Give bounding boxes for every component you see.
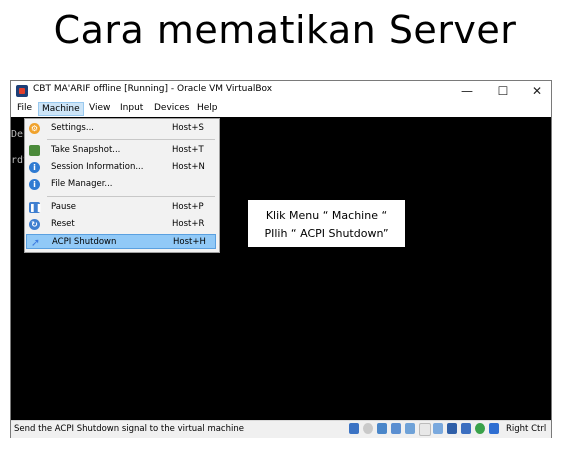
optical-drive-icon[interactable] bbox=[363, 423, 373, 434]
menu-item-shortcut: Host+P bbox=[172, 202, 204, 212]
file-manager-icon: i bbox=[29, 179, 40, 190]
menu-input[interactable]: Input bbox=[120, 103, 143, 113]
menu-machine[interactable]: Machine bbox=[38, 102, 84, 116]
status-bar: Send the ACPI Shutdown signal to the vir… bbox=[11, 420, 551, 438]
menu-item-label: File Manager... bbox=[51, 179, 113, 189]
menu-item-reset[interactable]: ↻ Reset Host+R bbox=[26, 217, 216, 232]
guest-additions-icon[interactable] bbox=[475, 423, 485, 434]
menu-item-pause[interactable]: ❚❚ Pause Host+P bbox=[26, 200, 216, 215]
menu-item-shortcut: Host+N bbox=[172, 162, 205, 172]
display-icon[interactable] bbox=[433, 423, 443, 434]
window-titlebar: CBT MA'ARIF offline [Running] - Oracle V… bbox=[11, 81, 551, 101]
reset-icon: ↻ bbox=[29, 219, 40, 230]
menubar: File Machine View Input Devices Help bbox=[11, 101, 551, 117]
machine-menu-dropdown: ⚙ Settings... Host+S Take Snapshot... Ho… bbox=[24, 118, 220, 253]
settings-gear-icon: ⚙ bbox=[29, 123, 40, 134]
menu-separator bbox=[47, 196, 215, 197]
audio-icon[interactable] bbox=[377, 423, 387, 434]
window-title: CBT MA'ARIF offline [Running] - Oracle V… bbox=[33, 84, 273, 94]
menu-view[interactable]: View bbox=[89, 103, 110, 113]
menu-item-take-snapshot[interactable]: Take Snapshot... Host+T bbox=[26, 143, 216, 158]
menu-item-shortcut: Host+S bbox=[172, 123, 204, 133]
callout-line-1: Klik Menu “ Machine “ bbox=[265, 209, 388, 222]
info-icon: i bbox=[29, 162, 40, 173]
status-message: Send the ACPI Shutdown signal to the vir… bbox=[14, 424, 244, 434]
mouse-integration-icon[interactable] bbox=[489, 423, 499, 434]
snapshot-camera-icon bbox=[29, 145, 40, 156]
menu-item-label: ACPI Shutdown bbox=[52, 237, 117, 247]
menu-item-label: Pause bbox=[51, 202, 76, 212]
callout-line-2: PIlih “ ACPI Shutdown” bbox=[264, 227, 389, 240]
cpu-icon[interactable] bbox=[461, 423, 471, 434]
page-title: Cara mematikan Server bbox=[53, 8, 517, 52]
menu-item-label: Reset bbox=[51, 219, 75, 229]
menu-item-label: Session Information... bbox=[51, 162, 144, 172]
menu-item-acpi-shutdown[interactable]: ➚ ACPI Shutdown Host+H bbox=[26, 234, 216, 249]
minimize-button[interactable]: — bbox=[449, 81, 485, 101]
pause-icon: ❚❚ bbox=[29, 202, 43, 213]
maximize-button[interactable]: ☐ bbox=[485, 81, 521, 101]
menu-help[interactable]: Help bbox=[197, 103, 218, 113]
shared-folders-icon[interactable] bbox=[419, 423, 431, 436]
network-icon[interactable] bbox=[391, 423, 401, 434]
acpi-shutdown-icon: ➚ bbox=[30, 236, 41, 249]
menu-item-shortcut: Host+R bbox=[172, 219, 205, 229]
menu-item-label: Settings... bbox=[51, 123, 94, 133]
usb-icon[interactable] bbox=[405, 423, 415, 434]
menu-item-file-manager[interactable]: i File Manager... bbox=[26, 177, 216, 192]
instruction-callout: Klik Menu “ Machine “ PIlih “ ACPI Shutd… bbox=[248, 200, 405, 247]
menu-item-shortcut: Host+H bbox=[173, 237, 206, 247]
menu-devices[interactable]: Devices bbox=[154, 103, 189, 113]
hard-disk-icon[interactable] bbox=[349, 423, 359, 434]
host-key-label: Right Ctrl bbox=[506, 424, 547, 434]
menu-item-settings[interactable]: ⚙ Settings... Host+S bbox=[26, 121, 216, 136]
menu-item-session-information[interactable]: i Session Information... Host+N bbox=[26, 160, 216, 175]
video-capture-icon[interactable] bbox=[447, 423, 457, 434]
close-button[interactable]: ✕ bbox=[519, 81, 555, 101]
menu-item-label: Take Snapshot... bbox=[51, 145, 121, 155]
virtualbox-app-icon bbox=[16, 85, 28, 97]
menu-file[interactable]: File bbox=[17, 103, 32, 113]
menu-separator bbox=[47, 139, 215, 140]
menu-item-shortcut: Host+T bbox=[172, 145, 204, 155]
